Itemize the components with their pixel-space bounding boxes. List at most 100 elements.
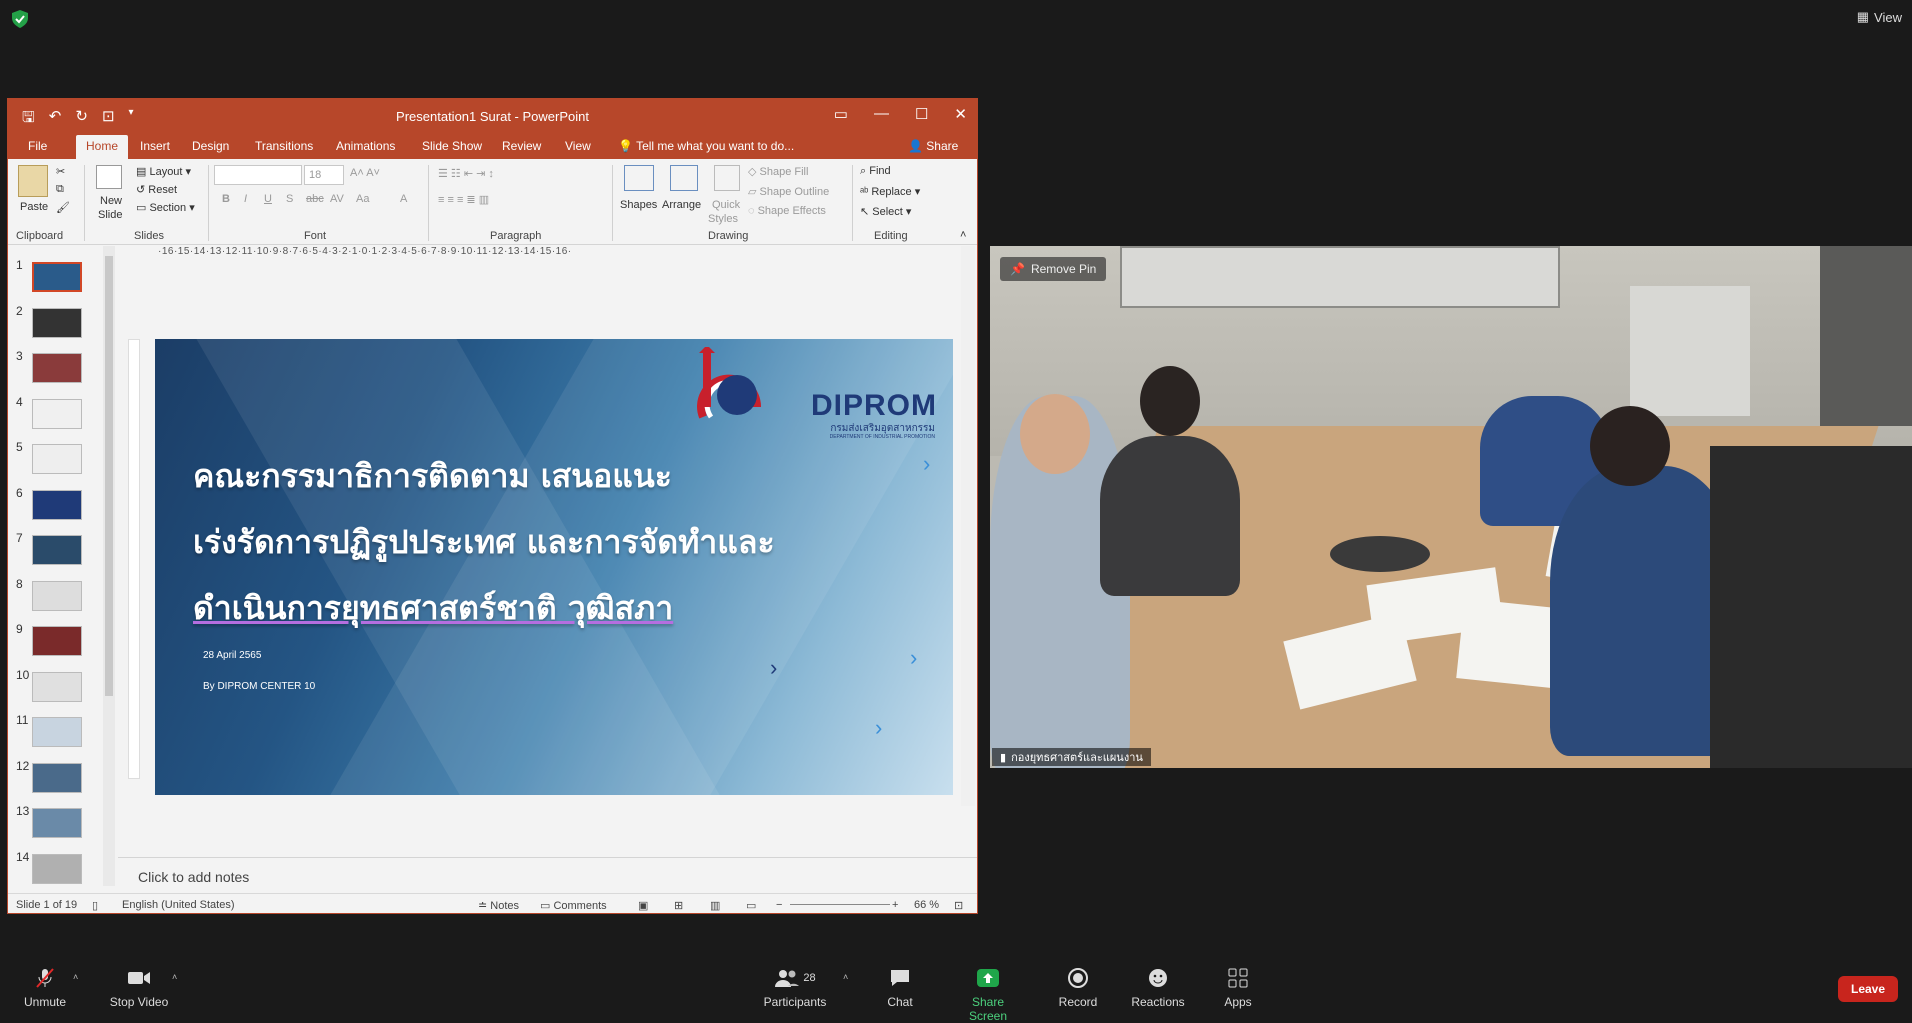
tab-design[interactable]: Design bbox=[192, 139, 229, 153]
reading-view-icon[interactable]: ▥ bbox=[710, 899, 720, 912]
security-shield-icon[interactable] bbox=[12, 10, 28, 28]
tab-insert[interactable]: Insert bbox=[140, 139, 170, 153]
tab-view[interactable]: View bbox=[565, 139, 591, 153]
slide-thumbnail[interactable] bbox=[32, 307, 82, 338]
slide-title[interactable]: คณะกรรมาธิการติดตาม เสนอแนะ เร่งรัดการปฏ… bbox=[193, 443, 813, 641]
change-case-icon[interactable]: Aa bbox=[356, 193, 369, 205]
tab-home[interactable]: Home bbox=[76, 135, 129, 159]
tab-animations[interactable]: Animations bbox=[336, 139, 395, 153]
slide-sorter-icon[interactable]: ⊞ bbox=[674, 899, 683, 912]
minimize-icon[interactable]: — bbox=[874, 105, 889, 123]
normal-view-icon[interactable]: ▣ bbox=[638, 899, 648, 912]
quick-styles-icon[interactable] bbox=[714, 165, 740, 191]
slide-thumbnail[interactable] bbox=[32, 489, 82, 520]
participant-video[interactable] bbox=[990, 246, 1912, 768]
slide-thumbnail[interactable] bbox=[32, 626, 82, 656]
font-name-box[interactable] bbox=[214, 165, 302, 185]
format-painter-icon[interactable]: 🖌 bbox=[56, 201, 70, 214]
reset-button[interactable]: ↺ Reset bbox=[136, 183, 177, 196]
collapse-ribbon-icon[interactable]: ˄ bbox=[960, 229, 966, 241]
ribbon-display-icon[interactable]: ▭ bbox=[834, 105, 848, 123]
notes-button[interactable]: ≐ Notes bbox=[478, 899, 519, 912]
find-button[interactable]: ⌕ Find bbox=[860, 165, 891, 178]
shadow-icon[interactable]: S bbox=[286, 193, 293, 205]
slide-thumbnail[interactable] bbox=[32, 398, 82, 429]
comments-button[interactable]: ▭ Comments bbox=[540, 899, 607, 912]
slide-canvas[interactable]: DIPROM กรมส่งเสริมอุตสาหกรรม DEPARTMENT … bbox=[155, 339, 953, 795]
zoom-out-icon[interactable]: − bbox=[776, 899, 782, 911]
shape-fill-button[interactable]: ◇ Shape Fill bbox=[748, 165, 808, 178]
tab-slide-show[interactable]: Slide Show bbox=[422, 139, 482, 153]
share-button[interactable]: 👤 Share bbox=[908, 139, 958, 153]
new-slide-label[interactable]: New bbox=[100, 195, 122, 207]
paste-label[interactable]: Paste bbox=[20, 201, 48, 213]
slide-thumbnail[interactable] bbox=[32, 444, 82, 474]
slideshow-view-icon[interactable]: ▭ bbox=[746, 899, 756, 912]
tell-me-search[interactable]: 💡 Tell me what you want to do... bbox=[618, 139, 794, 153]
tab-file[interactable]: File bbox=[28, 139, 47, 153]
underline-icon[interactable]: U bbox=[264, 193, 272, 205]
quick-label[interactable]: Quick bbox=[712, 199, 740, 211]
slide-thumbnail[interactable] bbox=[32, 762, 82, 793]
participants-caret-icon[interactable]: ˄ bbox=[843, 972, 848, 982]
shape-outline-button[interactable]: ▱ Shape Outline bbox=[748, 185, 829, 198]
bold-icon[interactable]: B bbox=[222, 193, 230, 205]
styles-label[interactable]: Styles bbox=[708, 213, 738, 225]
video-options-caret-icon[interactable]: ˄ bbox=[172, 972, 177, 982]
audio-options-caret-icon[interactable]: ˄ bbox=[73, 972, 78, 982]
replace-button[interactable]: ᵃᵇ Replace ▾ bbox=[860, 185, 920, 198]
view-button[interactable]: ▦ View bbox=[1857, 9, 1902, 25]
bullets-icon[interactable]: ☰ ☷ ⇤ ⇥ ↕ bbox=[438, 167, 494, 180]
tab-transitions[interactable]: Transitions bbox=[255, 139, 313, 153]
shapes-label[interactable]: Shapes bbox=[620, 199, 657, 211]
close-icon[interactable]: ✕ bbox=[954, 105, 967, 123]
section-button[interactable]: ▭ Section ▾ bbox=[136, 201, 195, 214]
thumbnails-scrollbar[interactable] bbox=[103, 246, 115, 886]
paste-icon[interactable] bbox=[18, 165, 48, 197]
grow-font-icon[interactable]: A˄ A˅ bbox=[350, 167, 380, 179]
zoom-in-icon[interactable]: + bbox=[892, 899, 898, 911]
cut-icon[interactable]: ✂ bbox=[56, 165, 65, 178]
arrange-label[interactable]: Arrange bbox=[662, 199, 701, 211]
participants-button[interactable]: 28 Participants bbox=[760, 967, 830, 1009]
arrange-icon[interactable] bbox=[670, 165, 698, 191]
unmute-button[interactable]: Unmute bbox=[20, 967, 70, 1009]
slide-thumbnail[interactable] bbox=[32, 353, 82, 383]
shape-effects-button[interactable]: ◌ Shape Effects bbox=[748, 205, 826, 217]
select-button[interactable]: ↖ Select ▾ bbox=[860, 205, 911, 218]
layout-button[interactable]: ▤ Layout ▾ bbox=[136, 165, 191, 178]
copy-icon[interactable]: ⧉ bbox=[56, 183, 64, 196]
editor-scrollbar[interactable] bbox=[961, 246, 975, 806]
stop-video-button[interactable]: Stop Video bbox=[106, 967, 172, 1009]
notes-pane[interactable]: Click to add notes bbox=[118, 857, 977, 893]
leave-button[interactable]: Leave bbox=[1838, 976, 1898, 1002]
zoom-level[interactable]: 66 % bbox=[914, 899, 939, 911]
char-spacing-icon[interactable]: AV bbox=[330, 193, 344, 205]
shapes-icon[interactable] bbox=[624, 165, 654, 191]
slide-thumbnail[interactable] bbox=[32, 717, 82, 747]
new-slide-icon[interactable] bbox=[96, 165, 122, 189]
language-status[interactable]: English (United States) bbox=[122, 899, 235, 911]
new-slide-label-2[interactable]: Slide bbox=[98, 209, 122, 221]
slide-thumbnail[interactable] bbox=[32, 262, 82, 292]
maximize-icon[interactable]: ☐ bbox=[915, 105, 928, 123]
apps-button[interactable]: Apps bbox=[1220, 967, 1256, 1009]
reactions-button[interactable]: Reactions bbox=[1130, 967, 1186, 1009]
record-button[interactable]: Record bbox=[1055, 967, 1101, 1009]
font-color-icon[interactable]: A bbox=[400, 193, 407, 205]
italic-icon[interactable]: I bbox=[244, 193, 247, 205]
tab-review[interactable]: Review bbox=[502, 139, 541, 153]
slide-thumbnail[interactable] bbox=[32, 808, 82, 838]
slide-thumbnail[interactable] bbox=[32, 580, 82, 611]
fit-slide-icon[interactable]: ⊡ bbox=[954, 899, 963, 912]
spellcheck-icon[interactable]: ▯ bbox=[92, 899, 98, 912]
share-screen-button[interactable]: Share Screen bbox=[952, 967, 1024, 1023]
slide-thumbnail[interactable] bbox=[32, 853, 82, 884]
zoom-slider[interactable] bbox=[790, 904, 890, 905]
slide-thumbnail[interactable] bbox=[32, 535, 82, 565]
font-size-box[interactable]: 18 bbox=[304, 165, 344, 185]
chat-button[interactable]: Chat bbox=[880, 967, 920, 1009]
strikethrough-icon[interactable]: abc bbox=[306, 193, 324, 205]
align-icons[interactable]: ≡ ≡ ≡ ≣ ▥ bbox=[438, 193, 489, 206]
remove-pin-button[interactable]: 📌 Remove Pin bbox=[1000, 257, 1107, 281]
